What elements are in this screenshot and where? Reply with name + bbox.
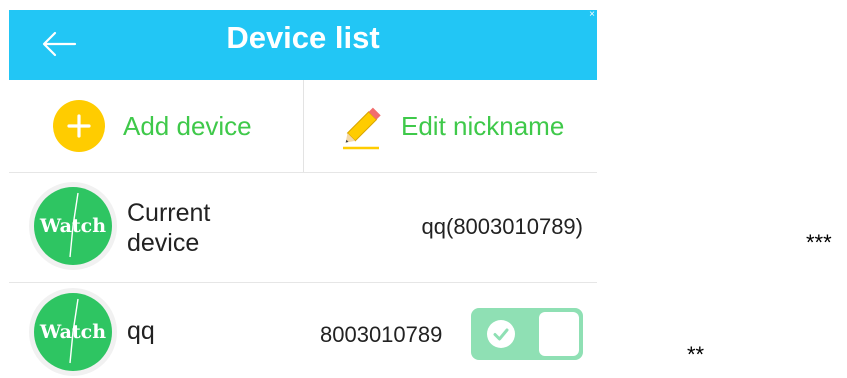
edit-nickname-button[interactable]: Edit nickname bbox=[339, 80, 597, 172]
device-name: qq bbox=[127, 317, 155, 345]
edit-nickname-label: Edit nickname bbox=[401, 110, 565, 141]
app-screen: Device list × Add device Edit nickname W… bbox=[9, 10, 597, 378]
header-bar: Device list × bbox=[9, 10, 597, 80]
avatar-text: Watch bbox=[39, 215, 107, 237]
add-device-label: Add device bbox=[123, 110, 252, 141]
action-divider bbox=[303, 80, 304, 172]
pencil-icon bbox=[343, 107, 381, 150]
annotation-mark: ** bbox=[687, 342, 705, 367]
device-toggle[interactable] bbox=[471, 308, 583, 360]
page: Device list × Add device Edit nickname W… bbox=[0, 0, 847, 378]
close-icon[interactable]: × bbox=[589, 10, 595, 21]
add-device-button[interactable]: Add device bbox=[53, 80, 303, 172]
annotation-mark: *** bbox=[806, 230, 832, 255]
page-title: Device list bbox=[226, 20, 380, 55]
device-id: 8003010789 bbox=[320, 322, 443, 347]
action-bar: Add device Edit nickname bbox=[9, 80, 597, 173]
device-row-current[interactable]: Watch Current device qq(8003010789) bbox=[9, 172, 597, 283]
device-row-qq[interactable]: Watch qq 8003010789 bbox=[9, 282, 597, 378]
plus-circle-icon bbox=[53, 100, 105, 152]
toggle-knob bbox=[539, 312, 579, 356]
device-name: Current device bbox=[127, 199, 211, 257]
device-id: qq(8003010789) bbox=[421, 214, 583, 239]
watch-avatar: Watch bbox=[29, 182, 117, 270]
watch-avatar: Watch bbox=[29, 288, 117, 376]
avatar-text: Watch bbox=[39, 321, 107, 343]
check-icon bbox=[487, 320, 515, 348]
